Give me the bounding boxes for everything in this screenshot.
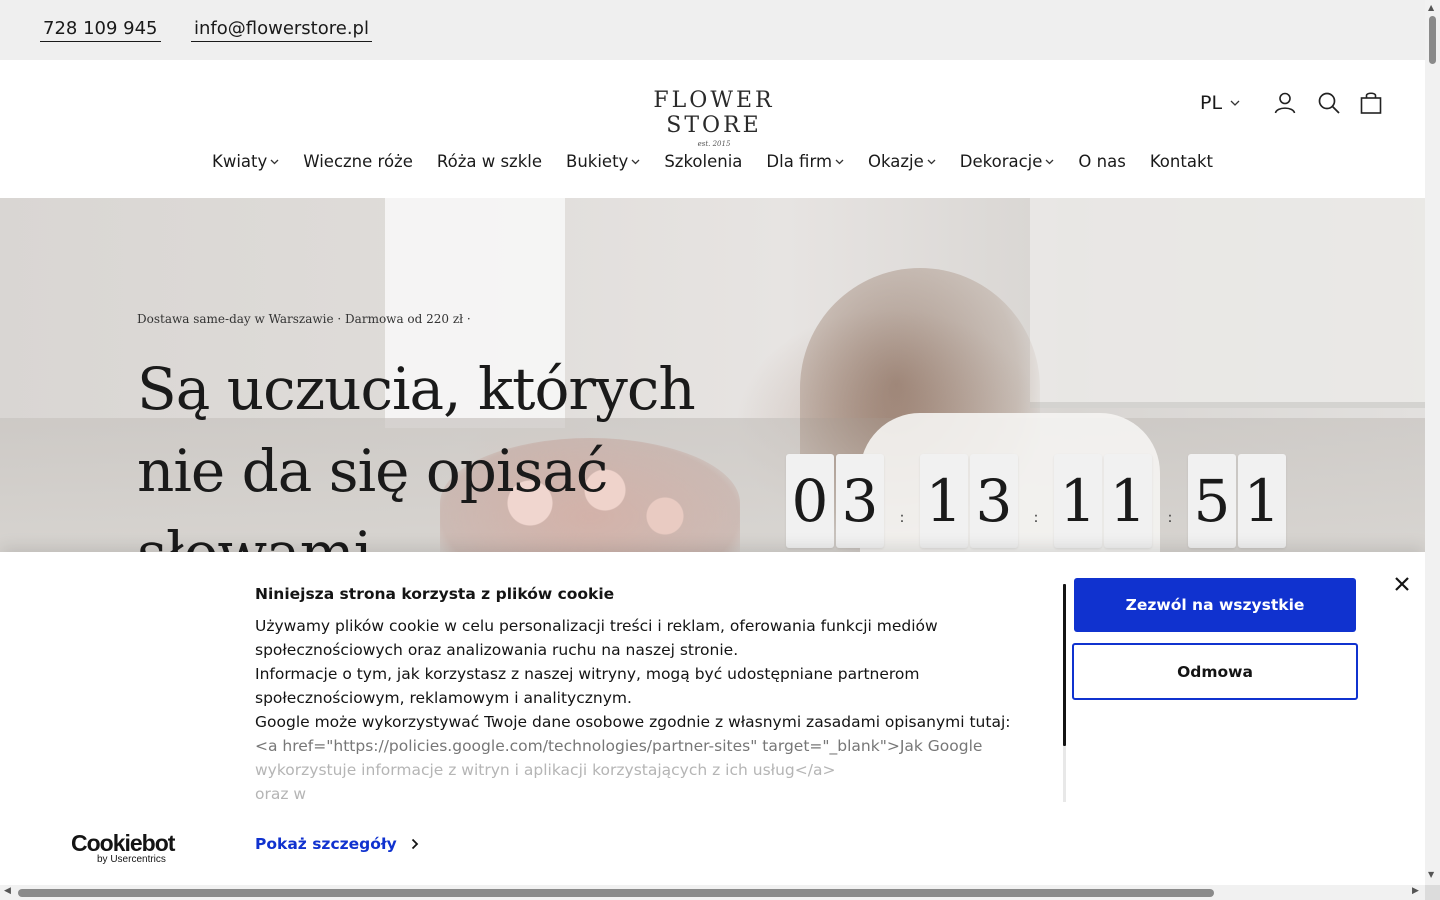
vertical-scrollbar[interactable]: ▲ ▼ — [1425, 0, 1440, 900]
cookiebot-by: by Usercentrics — [97, 854, 166, 865]
cookiebot-logo: Cookiebot by Usercentrics — [71, 830, 175, 865]
chevron-down-icon — [631, 159, 640, 164]
search-icon[interactable] — [1316, 90, 1342, 116]
hero-headline: Są uczucia, których nie da się opisać sł… — [137, 355, 696, 552]
hero-tagline: Dostawa same-day w Warszawie · Darmowa o… — [137, 312, 471, 326]
countdown-digit: 3 — [836, 454, 884, 548]
cookie-text-scroll-track[interactable] — [1063, 746, 1066, 802]
logo-est: est. 2015 — [697, 140, 731, 148]
cookie-text-line: społecznościowych oraz analizowania ruch… — [255, 641, 739, 659]
cookie-text-line: społecznościowym, reklamowym i analitycz… — [255, 689, 632, 707]
chevron-right-icon — [411, 838, 419, 850]
logo-name: FLOWER STORE — [653, 88, 775, 138]
cookie-title: Niniejsza strona korzysta z plików cooki… — [255, 585, 615, 603]
countdown-separator: : — [899, 510, 905, 526]
countdown-hours: 1 3 — [920, 454, 1018, 548]
nav-item-dla-firm[interactable]: Dla firm — [766, 152, 844, 171]
language-label: PL — [1200, 92, 1223, 114]
nav-item-szkolenia[interactable]: Szkolenia — [664, 152, 742, 171]
chevron-down-icon — [835, 159, 844, 164]
scroll-down-arrow-icon[interactable]: ▼ — [1428, 870, 1434, 879]
nav-label: Bukiety — [566, 152, 629, 171]
cookie-text-line: <a href="https://policies.google.com/tec… — [255, 737, 983, 755]
countdown-digit: 5 — [1188, 454, 1236, 548]
nav-item-dekoracje[interactable]: Dekoracje — [960, 152, 1055, 171]
top-contact-bar: 728 109 945 info@flowerstore.pl — [0, 0, 1425, 60]
countdown-separator: : — [1033, 510, 1039, 526]
nav-label: Dla firm — [766, 152, 833, 171]
deny-button[interactable]: Odmowa — [1072, 643, 1358, 700]
cookie-text-scrollbar[interactable] — [1063, 584, 1066, 746]
cart-icon[interactable] — [1358, 90, 1384, 116]
nav-label: Okazje — [868, 152, 924, 171]
countdown-separator: : — [1167, 510, 1173, 526]
scroll-right-arrow-icon[interactable]: ▶ — [1412, 886, 1419, 896]
cookie-description[interactable]: Używamy plików cookie w celu personaliza… — [255, 614, 1055, 804]
nav-item-bukiety[interactable]: Bukiety — [566, 152, 640, 171]
nav-label: Kwiaty — [212, 152, 268, 171]
site-header: FLOWER STORE est. 2015 PL Kwiaty Wieczne… — [0, 60, 1425, 198]
nav-item-o-nas[interactable]: O nas — [1078, 152, 1125, 171]
countdown-days: 0 3 — [786, 454, 884, 548]
logo[interactable]: FLOWER STORE est. 2015 — [612, 88, 816, 148]
chevron-down-icon — [927, 159, 936, 164]
countdown-digit: 1 — [1054, 454, 1102, 548]
vertical-scroll-thumb[interactable] — [1429, 16, 1436, 64]
countdown-digit: 1 — [1238, 454, 1286, 548]
countdown-timer: 0 3 : 1 3 : 1 1 : 5 1 — [786, 454, 1286, 552]
cookiebot-brand: Cookiebot — [71, 830, 175, 856]
chevron-down-icon — [270, 159, 279, 164]
nav-label: Dekoracje — [959, 152, 1043, 171]
nav-label: Róża w szkle — [436, 152, 542, 171]
nav-item-wieczne-roze[interactable]: Wieczne róże — [303, 152, 413, 171]
email-link[interactable]: info@flowerstore.pl — [191, 18, 372, 42]
cookie-text-line: Google może wykorzystywać Twoje dane oso… — [255, 713, 1011, 731]
cookie-text-line: oraz w — [255, 785, 307, 803]
cookie-text-line: Informacje o tym, jak korzystasz z nasze… — [255, 665, 920, 683]
nav-label: Wieczne róże — [303, 152, 413, 171]
countdown-digit: 1 — [920, 454, 968, 548]
chevron-down-icon — [1230, 100, 1240, 106]
nav-label: O nas — [1078, 152, 1126, 171]
hero-photo-fireplace — [1030, 198, 1425, 408]
countdown-digit: 3 — [970, 454, 1018, 548]
countdown-minutes: 1 1 — [1054, 454, 1152, 548]
horizontal-scrollbar[interactable]: ◀ ▶ — [0, 885, 1425, 900]
nav-label: Szkolenia — [664, 152, 743, 171]
countdown-seconds: 5 1 — [1188, 454, 1286, 548]
scroll-left-arrow-icon[interactable]: ◀ — [4, 886, 11, 896]
nav-label: Kontakt — [1149, 152, 1213, 171]
user-icon[interactable] — [1272, 90, 1298, 116]
nav-item-kwiaty[interactable]: Kwiaty — [212, 152, 279, 171]
countdown-digit: 1 — [1104, 454, 1152, 548]
chevron-down-icon — [1045, 159, 1054, 164]
horizontal-scroll-thumb[interactable] — [18, 889, 1214, 897]
scrollbar-corner — [1425, 885, 1440, 900]
hero-banner: Dostawa same-day w Warszawie · Darmowa o… — [0, 198, 1425, 552]
nav-item-kontakt[interactable]: Kontakt — [1150, 152, 1213, 171]
language-selector[interactable]: PL — [1200, 92, 1240, 114]
phone-link[interactable]: 728 109 945 — [40, 18, 161, 42]
cookie-text-line: wykorzystuje informacje z witryn i aplik… — [255, 761, 836, 779]
close-icon[interactable] — [1390, 572, 1414, 596]
nav-item-roza-w-szkle[interactable]: Róża w szkle — [437, 152, 542, 171]
show-details-link[interactable]: Pokaż szczegóły — [255, 835, 419, 853]
scroll-up-arrow-icon[interactable]: ▲ — [1428, 3, 1434, 12]
nav-item-okazje[interactable]: Okazje — [868, 152, 936, 171]
countdown-digit: 0 — [786, 454, 834, 548]
allow-all-button[interactable]: Zezwól na wszystkie — [1074, 578, 1356, 632]
cookie-consent-banner: Niniejsza strona korzysta z plików cooki… — [0, 552, 1425, 885]
cookie-text-line: Używamy plików cookie w celu personaliza… — [255, 617, 938, 635]
show-details-label: Pokaż szczegóły — [255, 835, 397, 853]
main-navigation: Kwiaty Wieczne róże Róża w szkle Bukiety… — [0, 152, 1425, 171]
